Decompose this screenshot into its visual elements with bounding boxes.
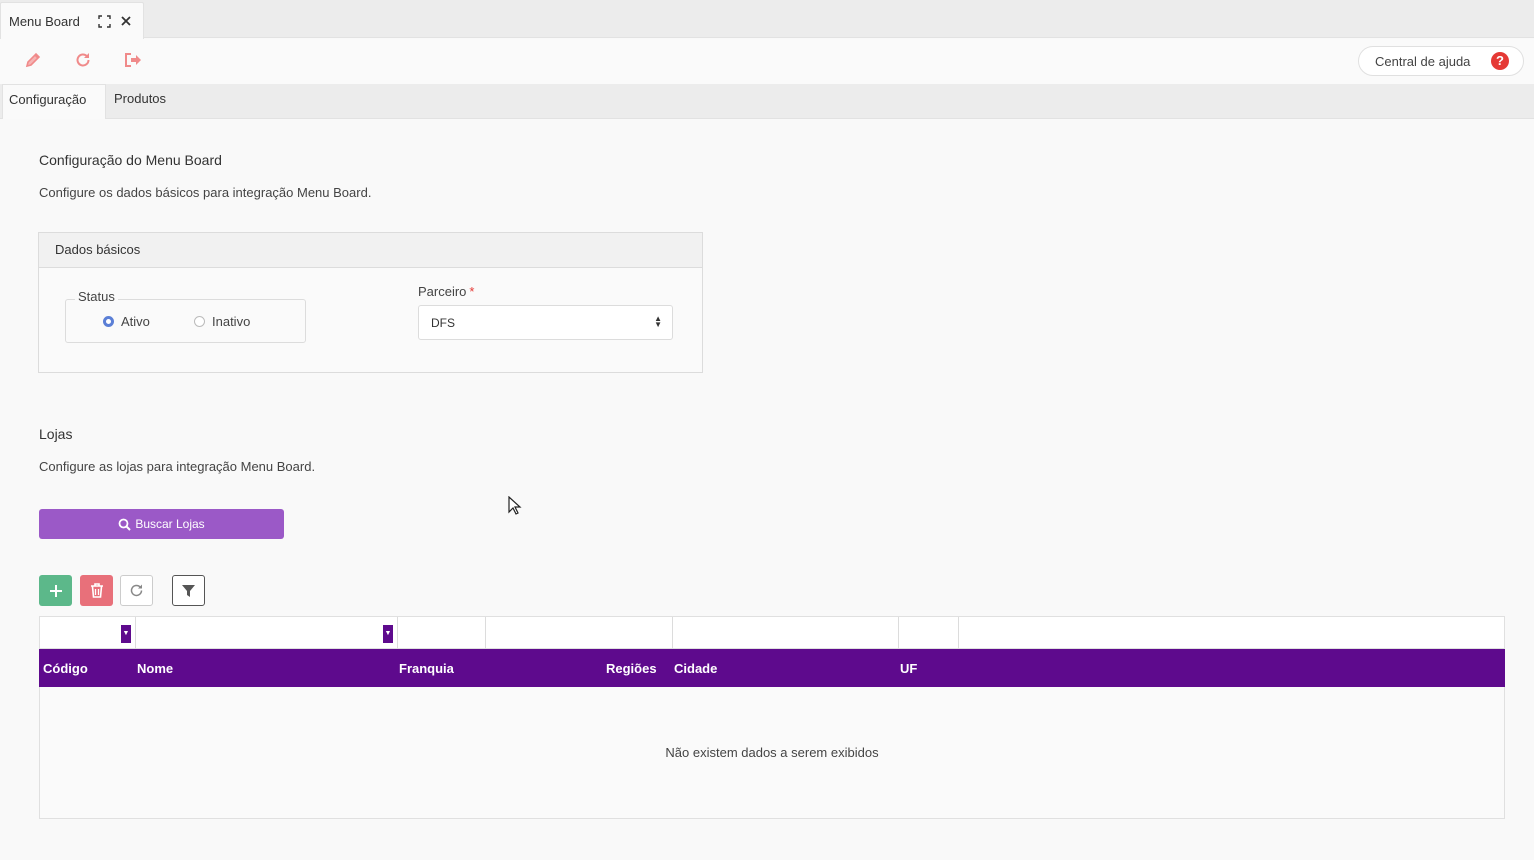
maximize-icon[interactable] [96,13,112,29]
grid-empty-message: Não existem dados a serem exibidos [665,745,879,760]
tab-produtos[interactable]: Produtos [114,84,166,119]
basic-data-header: Dados básicos [39,233,702,268]
refresh-icon[interactable] [72,49,94,71]
mouse-cursor-icon [508,495,522,521]
column-header-cidade[interactable]: Cidade [674,661,717,676]
status-radio-inativo[interactable]: Inativo [194,314,250,329]
filter-button[interactable] [172,575,205,606]
status-radio-ativo[interactable]: Ativo [103,314,150,329]
radio-unselected-icon [194,316,205,327]
radio-selected-icon [103,316,114,327]
filter-dropdown-icon[interactable]: ▼ [383,625,393,643]
add-row-button[interactable] [39,575,72,606]
reload-grid-button[interactable] [120,575,153,606]
help-center-label: Central de ajuda [1375,54,1471,69]
help-center-button[interactable]: Central de ajuda ? [1358,46,1524,76]
filter-cell-franquia[interactable] [398,617,486,649]
column-header-nome[interactable]: Nome [137,661,173,676]
filter-cell-uf[interactable] [899,617,959,649]
stores-section-title: Lojas [39,426,73,442]
grid-body: Não existem dados a serem exibidos [39,687,1505,819]
content-tabs: Configuração Produtos [0,84,1534,119]
status-fieldset: Ativo Inativo [65,299,306,343]
close-icon[interactable] [118,13,134,29]
status-option-inativo: Inativo [212,314,251,329]
action-toolbar [0,39,1534,84]
column-header-regioes[interactable]: Regiões [606,661,657,676]
filter-cell-nome[interactable]: ▼ [136,617,398,649]
column-header-franquia[interactable]: Franquia [399,661,454,676]
filter-cell-regioes[interactable] [486,617,673,649]
window-tab-title: Menu Board [9,14,80,29]
status-option-ativo: Ativo [121,314,150,329]
tab-configuracao[interactable]: Configuração [2,84,106,119]
grid-filter-row: ▼ ▼ [39,616,1505,649]
filter-cell-cidade[interactable] [673,617,899,649]
delete-row-button[interactable] [80,575,113,606]
window-tab-bar: Menu Board [0,0,1534,39]
filter-dropdown-icon[interactable]: ▼ [121,625,131,643]
partner-label: Parceiro [418,284,467,299]
filter-icon [182,584,195,597]
window-tab-menu-board[interactable]: Menu Board [0,2,144,39]
column-header-uf[interactable]: UF [900,661,917,676]
select-arrows-icon: ▲ ▼ [654,314,662,329]
help-icon: ? [1491,52,1509,70]
column-header-codigo[interactable]: Código [43,661,88,676]
exit-icon[interactable] [122,49,144,71]
trash-icon [90,583,103,598]
required-mark: * [469,284,475,299]
plus-icon [49,584,62,597]
filter-cell-codigo[interactable]: ▼ [40,617,136,649]
stores-section-description: Configure as lojas para integração Menu … [39,459,316,474]
partner-label-wrap: Parceiro * [418,284,474,299]
search-icon [118,518,132,531]
partner-select[interactable]: DFS ▲ ▼ [418,305,673,340]
refresh-icon [130,584,143,597]
grid-header: Código Nome Franquia Regiões Cidade UF [39,649,1505,687]
config-section-title: Configuração do Menu Board [39,152,222,168]
search-stores-button[interactable]: Buscar Lojas [39,509,284,539]
status-label: Status [75,289,118,304]
pencil-icon[interactable] [22,49,44,71]
config-section-description: Configure os dados básicos para integraç… [39,185,372,200]
basic-data-panel: Dados básicos Ativo Inativo Status Parce… [38,232,703,373]
partner-select-value: DFS [431,316,455,330]
search-stores-label: Buscar Lojas [135,517,205,531]
